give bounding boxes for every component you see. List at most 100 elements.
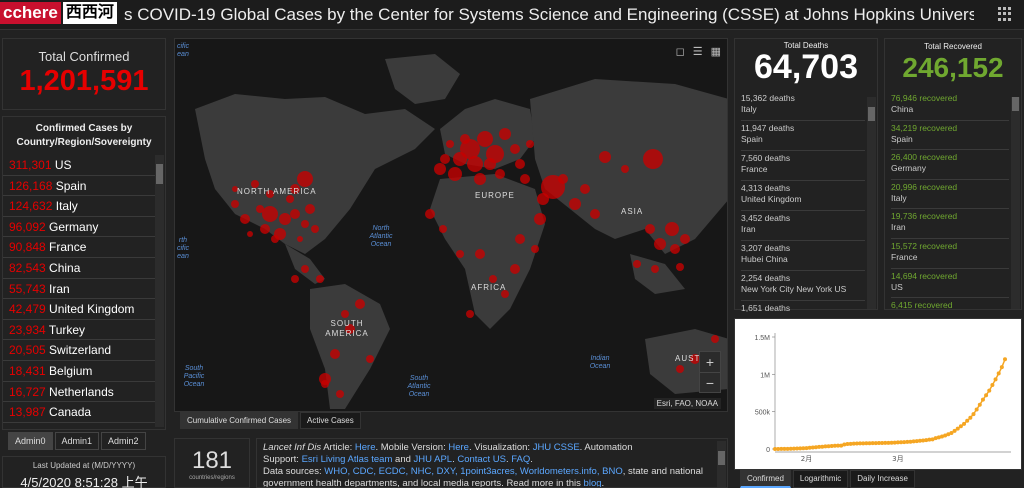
blog-link[interactable]: blog (584, 478, 602, 487)
recovered-list-item[interactable]: 34,219 recovered Spain (891, 121, 1009, 151)
case-bubble[interactable] (590, 209, 600, 219)
data-point[interactable] (977, 402, 982, 407)
apps-grid-icon[interactable] (998, 7, 1012, 21)
recovered-list-item[interactable]: 26,400 recovered Germany (891, 150, 1009, 180)
case-bubble[interactable] (643, 149, 663, 169)
recovered-scrollbar[interactable] (1011, 97, 1020, 309)
zoom-out-button[interactable]: − (700, 372, 720, 392)
recovered-list-item[interactable]: 20,996 recovered Italy (891, 180, 1009, 210)
mobile-link[interactable]: Here (448, 442, 469, 453)
chart-tab[interactable]: Confirmed (740, 470, 791, 488)
zoom-in-button[interactable]: + (700, 352, 720, 372)
case-bubble[interactable] (446, 140, 454, 148)
chart-tab[interactable]: Daily Increase (850, 470, 915, 488)
case-bubble[interactable] (260, 224, 270, 234)
case-bubble[interactable] (569, 198, 581, 210)
country-list-item[interactable]: 42,479 United Kingdom (3, 299, 155, 320)
recovered-list-item[interactable]: 76,946 recovered China (891, 91, 1009, 121)
scrollbar-thumb[interactable] (718, 451, 725, 465)
data-point[interactable] (962, 421, 967, 426)
data-point[interactable] (968, 415, 973, 420)
case-bubble[interactable] (477, 131, 493, 147)
list-icon[interactable]: ☰ (693, 45, 703, 58)
case-bubble[interactable] (434, 163, 446, 175)
deaths-list-item[interactable]: 7,560 deaths France (741, 151, 865, 181)
world-map[interactable]: NORTH AMERICA SOUTH AMERICA EUROPE AFRIC… (174, 38, 728, 412)
case-bubble[interactable] (453, 152, 467, 166)
case-bubble[interactable] (290, 209, 300, 219)
case-bubble[interactable] (279, 213, 291, 225)
case-bubble[interactable] (366, 355, 374, 363)
case-bubble[interactable] (466, 310, 474, 318)
case-bubble[interactable] (531, 245, 539, 253)
case-bubble[interactable] (231, 200, 239, 208)
faq-link[interactable]: FAQ (511, 454, 530, 465)
data-point[interactable] (958, 424, 963, 429)
jhu-apl-link[interactable]: JHU APL (414, 454, 453, 465)
case-bubble[interactable] (495, 169, 505, 179)
case-bubble[interactable] (262, 206, 278, 222)
case-bubble[interactable] (425, 209, 435, 219)
case-bubble[interactable] (537, 193, 549, 205)
esri-link[interactable]: Esri Living Atlas team (302, 454, 393, 465)
data-point[interactable] (990, 382, 995, 387)
chart-tab[interactable]: Logarithmic (792, 470, 849, 488)
case-bubble[interactable] (526, 140, 534, 148)
data-point[interactable] (999, 365, 1004, 370)
case-bubble[interactable] (599, 151, 611, 163)
case-bubble[interactable] (558, 174, 568, 184)
case-bubble[interactable] (336, 390, 344, 398)
info-scrollbar[interactable] (717, 441, 726, 487)
deaths-list-item[interactable]: 11,947 deaths Spain (741, 121, 865, 151)
country-list-item[interactable]: 96,092 Germany (3, 217, 155, 238)
deaths-list-item[interactable]: 2,254 deaths New York City New York US (741, 271, 865, 301)
case-bubble[interactable] (484, 158, 496, 170)
case-bubble[interactable] (475, 249, 485, 259)
data-point[interactable] (987, 388, 992, 393)
case-bubble[interactable] (297, 171, 313, 187)
map-tab[interactable]: Cumulative Confirmed Cases (180, 412, 299, 429)
case-bubble[interactable] (520, 174, 530, 184)
case-bubble[interactable] (474, 173, 486, 185)
case-bubble[interactable] (651, 265, 659, 273)
case-bubble[interactable] (456, 250, 464, 258)
case-bubble[interactable] (665, 222, 679, 236)
case-bubble[interactable] (247, 231, 253, 237)
scrollbar-thumb[interactable] (1012, 97, 1019, 111)
case-bubble[interactable] (311, 225, 319, 233)
case-bubble[interactable] (271, 235, 279, 243)
country-list-item[interactable]: 11,781 Austria (3, 423, 155, 427)
case-bubble[interactable] (711, 335, 719, 343)
case-bubble[interactable] (460, 134, 470, 144)
case-bubble[interactable] (297, 236, 303, 242)
admin-tab[interactable]: Admin2 (101, 432, 146, 450)
data-point[interactable] (984, 393, 989, 398)
deaths-list-item[interactable]: 3,452 deaths Iran (741, 211, 865, 241)
recovered-list-item[interactable]: 15,572 recovered France (891, 239, 1009, 269)
case-bubble[interactable] (439, 225, 447, 233)
bookmark-icon[interactable]: ◻ (676, 45, 685, 58)
case-bubble[interactable] (256, 205, 264, 213)
contact-link[interactable]: Contact US (457, 454, 506, 465)
case-bubble[interactable] (580, 184, 590, 194)
case-bubble[interactable] (676, 263, 684, 271)
data-point[interactable] (971, 412, 976, 417)
case-bubble[interactable] (321, 380, 329, 388)
case-bubble[interactable] (670, 244, 680, 254)
country-list-item[interactable]: 18,431 Belgium (3, 361, 155, 382)
country-list-item[interactable]: 55,743 Iran (3, 279, 155, 300)
data-point[interactable] (974, 407, 979, 412)
case-bubble[interactable] (510, 144, 520, 154)
case-bubble[interactable] (621, 165, 629, 173)
data-point[interactable] (965, 418, 970, 423)
deaths-list-item[interactable]: 4,313 deaths United Kingdom (741, 181, 865, 211)
country-list-item[interactable]: 13,987 Canada (3, 402, 155, 423)
case-bubble[interactable] (467, 156, 483, 172)
data-point[interactable] (980, 397, 985, 402)
country-list-item[interactable]: 126,168 Spain (3, 176, 155, 197)
case-bubble[interactable] (534, 213, 546, 225)
case-bubble[interactable] (240, 214, 250, 224)
article-link[interactable]: Here (355, 442, 376, 453)
case-bubble[interactable] (515, 159, 525, 169)
case-bubble[interactable] (645, 224, 655, 234)
